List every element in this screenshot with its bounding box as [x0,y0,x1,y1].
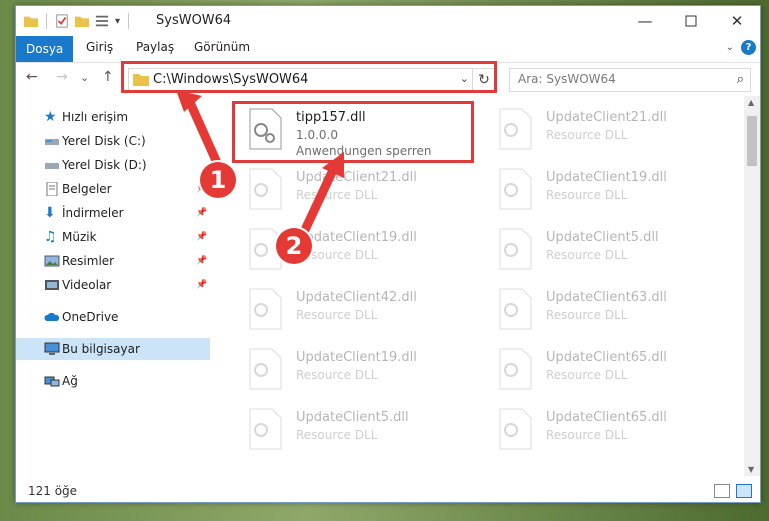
step-badge-1: 1 [200,162,236,198]
arrow-1 [183,93,223,170]
annotation-arrows [176,90,344,237]
step-badge-2: 2 [276,228,312,264]
arrow-2 [299,163,339,237]
